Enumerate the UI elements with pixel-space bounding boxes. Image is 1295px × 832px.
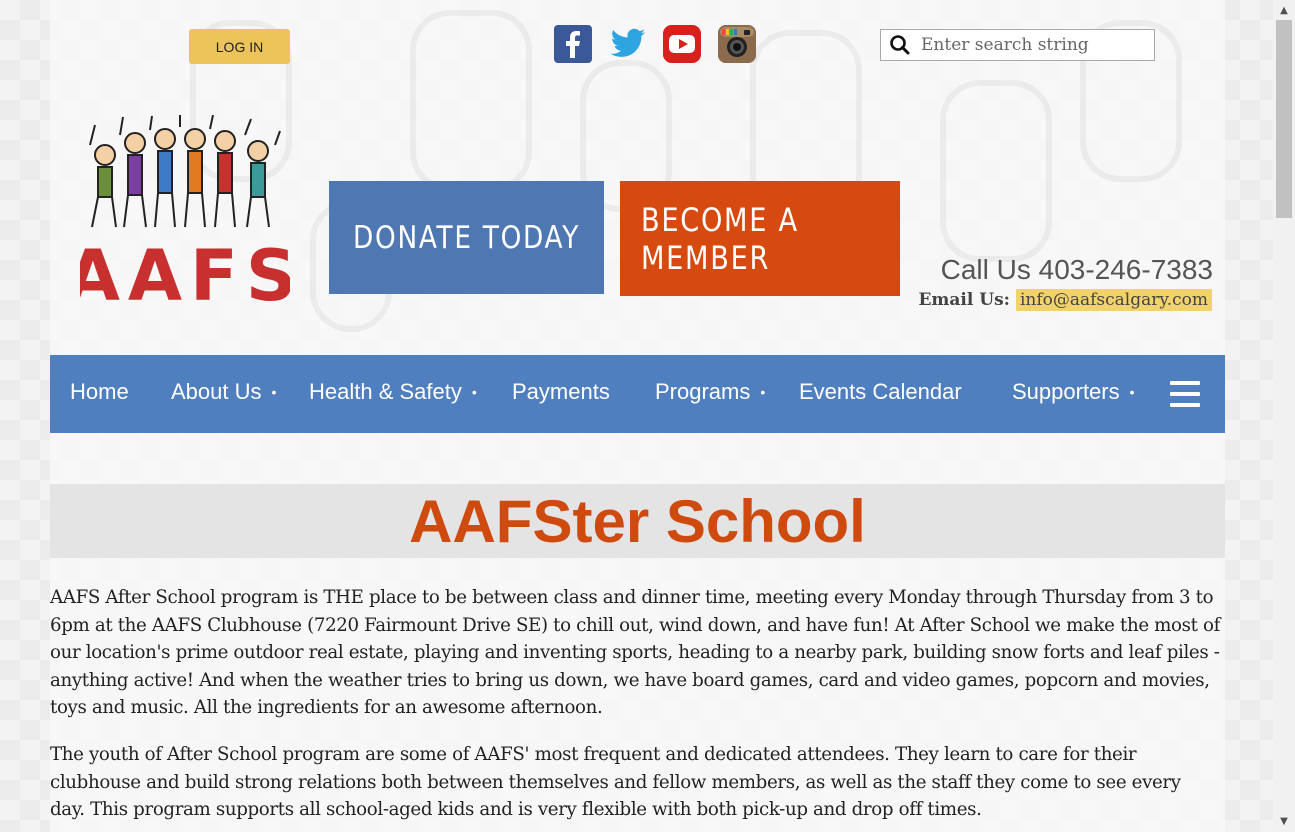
- member-label: BECOME A MEMBER: [641, 200, 799, 277]
- aafs-logo[interactable]: AAFS: [66, 114, 296, 317]
- dropdown-indicator: •: [760, 384, 766, 400]
- email-label: Email Us:: [918, 290, 1010, 310]
- nav-item-events-calendar[interactable]: Events Calendar: [799, 379, 962, 405]
- page-title: AAFSter School: [409, 487, 866, 555]
- facebook-icon[interactable]: [554, 25, 592, 63]
- become-member-button[interactable]: BECOME A MEMBER: [620, 181, 900, 296]
- search-box: [880, 29, 1155, 61]
- scroll-up-arrow-icon[interactable]: ▲: [1273, 2, 1295, 19]
- search-icon[interactable]: [889, 34, 915, 56]
- vertical-scrollbar[interactable]: ▲ ▼: [1273, 0, 1295, 832]
- svg-text:AAFS: AAFS: [80, 235, 290, 310]
- nav-item-home[interactable]: Home: [70, 379, 129, 405]
- nav-item-about-us[interactable]: About Us •: [171, 379, 276, 405]
- nav-item-supporters[interactable]: Supporters •: [1012, 379, 1135, 405]
- login-button[interactable]: LOG IN: [189, 29, 290, 64]
- scroll-thumb[interactable]: [1276, 20, 1292, 218]
- nav-item-health-safety[interactable]: Health & Safety •: [309, 379, 477, 405]
- body-paragraph: The youth of After School program are so…: [50, 744, 1181, 820]
- youtube-icon[interactable]: [663, 25, 701, 63]
- site-container: LOG IN Enter search string AAFS DONATE T…: [50, 0, 1225, 832]
- email-line: Email Us: info@aafscalgary.com: [918, 289, 1212, 311]
- scroll-down-arrow-icon[interactable]: ▼: [1273, 813, 1295, 830]
- nav-item-programs[interactable]: Programs •: [655, 379, 765, 405]
- call-us-phone[interactable]: Call Us 403-246-7383: [941, 254, 1213, 286]
- instagram-icon[interactable]: [718, 25, 756, 63]
- donate-today-button[interactable]: DONATE TODAY: [329, 181, 604, 294]
- nav-item-payments[interactable]: Payments: [512, 379, 610, 405]
- main-navigation: Home About Us • Health & Safety • Payments…: [50, 355, 1225, 433]
- donate-label: DONATE TODAY: [352, 219, 580, 256]
- page-title-band: AAFSter School: [50, 484, 1225, 558]
- dropdown-indicator: •: [471, 384, 477, 400]
- twitter-icon[interactable]: [609, 25, 647, 63]
- menu-hamburger-icon[interactable]: [1170, 381, 1200, 407]
- body-paragraph: AAFS After School program is THE place t…: [50, 587, 1221, 718]
- dropdown-indicator: •: [1129, 384, 1135, 400]
- dropdown-indicator: •: [271, 384, 277, 400]
- email-link[interactable]: info@aafscalgary.com: [1015, 289, 1212, 311]
- search-input[interactable]: [915, 31, 1153, 59]
